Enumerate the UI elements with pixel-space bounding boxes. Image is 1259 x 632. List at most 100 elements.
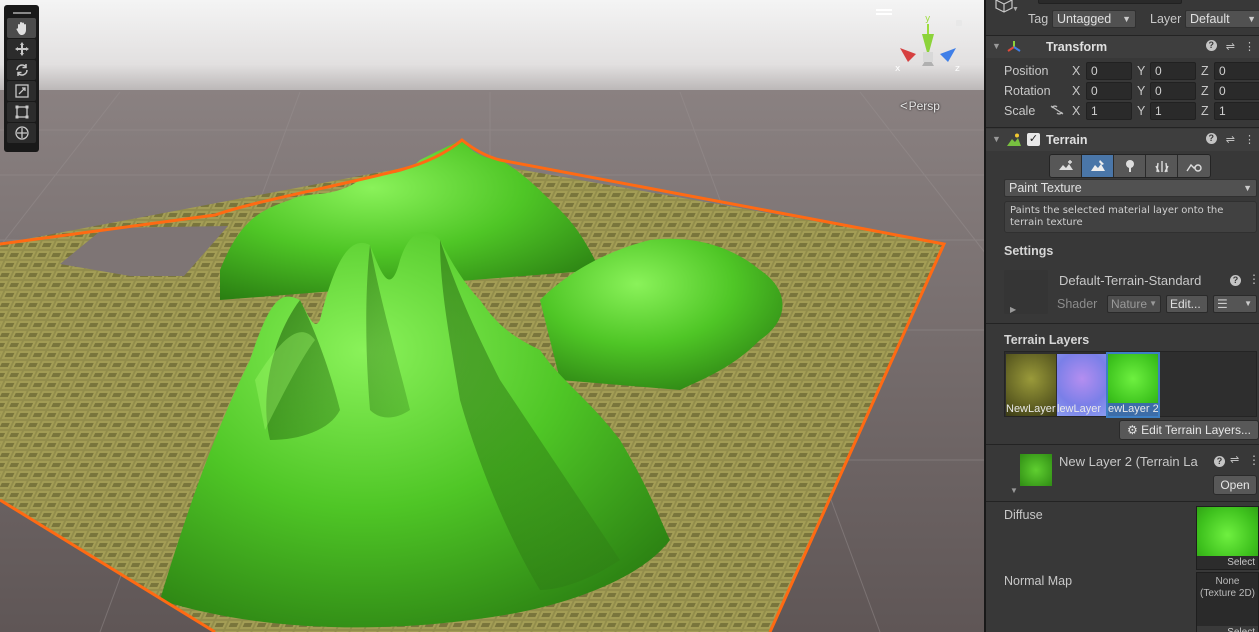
rotate-tool-button[interactable] <box>7 60 36 80</box>
position-z-field[interactable]: 0 <box>1214 62 1259 80</box>
preset-icon[interactable]: ⇌ <box>1226 40 1235 53</box>
scene-viewport[interactable] <box>0 0 984 632</box>
inspector-panel: ▼ Tag Untagged ▼ Layer Default ▼ ▼ Transfo… <box>984 0 1259 632</box>
chevron-down-icon: ▼ <box>1122 14 1131 24</box>
terrain-settings-button[interactable] <box>1178 155 1210 177</box>
terrain-layers-grid: NewLayer lewLayer ewLayer 2 <box>1004 351 1257 418</box>
layer-dropdown[interactable]: Default ▼ <box>1185 10 1259 28</box>
scene-view[interactable]: y z x <Persp <box>0 0 984 632</box>
terrain-layer-name: NewLayer <box>1006 403 1056 415</box>
transform-tool-button[interactable] <box>7 123 36 143</box>
transform-icon <box>1007 41 1021 52</box>
foldout-arrow-icon[interactable]: ▶ <box>1010 305 1016 314</box>
help-icon[interactable]: ? <box>1205 133 1217 144</box>
rect-tool-icon <box>15 105 28 119</box>
move-tool-button[interactable] <box>7 39 36 59</box>
rotation-label: Rotation <box>1004 84 1051 98</box>
terrain-header[interactable]: ▼ ✓ Terrain ? ⇌ ⋮ <box>986 129 1259 151</box>
layer-asset-name: New Layer 2 (Terrain La <box>1059 454 1198 469</box>
hand-tool-button[interactable] <box>7 18 36 38</box>
position-y-field[interactable]: 0 <box>1150 62 1196 80</box>
paint-mode-help-box: Paints the selected material layer onto … <box>1004 201 1257 233</box>
terrain-icon <box>1007 133 1021 146</box>
scale-y-field[interactable]: 1 <box>1150 102 1196 120</box>
camera-projection-label: Persp <box>908 99 940 113</box>
terrain-layer-tile-selected[interactable]: ewLayer 2 <box>1106 352 1160 418</box>
scale-x-field[interactable]: 1 <box>1086 102 1132 120</box>
terrain-layer-name: lewLayer <box>1057 403 1102 415</box>
tag-value: Untagged <box>1057 12 1112 26</box>
edit-shader-button[interactable]: Edit... <box>1166 295 1208 313</box>
paint-mode-dropdown[interactable]: Paint Texture ▼ <box>1004 179 1257 197</box>
shader-dropdown[interactable]: Nature ▼ <box>1107 295 1161 313</box>
rotate-tool-icon <box>15 64 28 76</box>
axis-y-label: Y <box>1137 84 1146 98</box>
layer-label: Layer <box>1150 12 1182 26</box>
foldout-arrow-icon[interactable]: ▼ <box>992 134 1001 144</box>
rect-tool-button[interactable] <box>7 102 36 122</box>
foldout-arrow-icon[interactable]: ▼ <box>1010 486 1018 495</box>
edit-terrain-layers-button[interactable]: ⚙ Edit Terrain Layers... <box>1119 420 1259 440</box>
help-icon[interactable]: ? <box>1230 275 1241 286</box>
tool-palette <box>4 5 39 152</box>
axis-y-label: Y <box>1137 104 1146 118</box>
axis-z-label: Z <box>1201 64 1209 78</box>
preset-icon[interactable]: ⇌ <box>1226 133 1235 146</box>
list-icon: ☰ <box>1217 297 1228 311</box>
open-layer-button[interactable]: Open <box>1213 475 1257 495</box>
axis-z-label: Z <box>1201 104 1209 118</box>
scale-z-field[interactable]: 1 <box>1214 102 1259 120</box>
tree-icon <box>1125 160 1134 172</box>
orientation-gizmo[interactable]: y z x <box>888 12 968 82</box>
diffuse-texture-slot[interactable]: Select <box>1196 506 1259 570</box>
shader-value: Nature <box>1111 297 1148 311</box>
scale-tool-button[interactable] <box>7 81 36 101</box>
terrain-tool-strip <box>1049 154 1211 178</box>
terrain-layers-label: Terrain Layers <box>1004 333 1090 347</box>
rotation-y-field[interactable]: 0 <box>1150 82 1196 100</box>
kebab-menu-icon[interactable]: ⋮ <box>1244 133 1255 146</box>
normal-map-texture-slot[interactable]: None (Texture 2D) Select <box>1196 572 1259 632</box>
normal-map-select-button[interactable]: Select <box>1197 626 1258 632</box>
transform-header[interactable]: ▼ Transform ? ⇌ ⋮ <box>986 36 1259 58</box>
axis-x-label: X <box>1072 104 1081 118</box>
kebab-menu-icon[interactable]: ⋮ <box>1248 272 1259 286</box>
help-icon[interactable]: ? <box>1214 456 1225 467</box>
gear-icon: ⚙ <box>1127 423 1138 437</box>
paint-trees-button[interactable] <box>1114 155 1146 177</box>
rotation-z-field[interactable]: 0 <box>1214 82 1259 100</box>
create-neighbor-terrain-button[interactable] <box>1050 155 1082 177</box>
help-icon[interactable]: ? <box>1205 40 1217 51</box>
axis-x-label: X <box>1072 84 1081 98</box>
terrain-layer-name: ewLayer 2 <box>1108 403 1158 416</box>
gizmo-lock-icon[interactable] <box>956 20 962 26</box>
terrain-title: Terrain <box>1046 133 1088 147</box>
constrain-proportions-icon[interactable] <box>1049 104 1065 116</box>
chevron-down-icon: ▼ <box>1243 183 1252 193</box>
terrain-layer-tile[interactable]: lewLayer <box>1057 354 1107 416</box>
chevron-left-icon: < <box>900 98 908 113</box>
paint-mode-value: Paint Texture <box>1009 181 1082 195</box>
paint-details-button[interactable] <box>1146 155 1178 177</box>
foldout-arrow-icon[interactable]: ▼ <box>992 41 1001 51</box>
terrain-enabled-checkbox[interactable]: ✓ <box>1027 133 1040 146</box>
axis-y-label: Y <box>1137 64 1146 78</box>
normal-map-label: Normal Map <box>1004 574 1073 588</box>
kebab-menu-icon[interactable]: ⋮ <box>1248 453 1259 467</box>
transform-title: Transform <box>1046 40 1108 54</box>
preset-icon[interactable]: ⇌ <box>1230 453 1239 466</box>
material-name: Default-Terrain-Standard <box>1059 273 1202 288</box>
icon-dropdown-arrow[interactable]: ▼ <box>1012 6 1019 13</box>
tool-palette-grip[interactable] <box>7 8 36 18</box>
kebab-menu-icon[interactable]: ⋮ <box>1244 40 1255 53</box>
shader-options-button[interactable]: ☰ ▼ <box>1213 295 1257 313</box>
position-x-field[interactable]: 0 <box>1086 62 1132 80</box>
object-name-field[interactable] <box>1038 0 1182 4</box>
rotation-x-field[interactable]: 0 <box>1086 82 1132 100</box>
hand-tool-icon <box>15 22 26 35</box>
terrain-layer-tile[interactable]: NewLayer <box>1006 354 1056 416</box>
camera-projection-toggle[interactable]: <Persp <box>900 98 940 113</box>
diffuse-select-button[interactable]: Select <box>1197 556 1258 569</box>
paint-terrain-button[interactable] <box>1082 155 1114 177</box>
tag-dropdown[interactable]: Untagged ▼ <box>1052 10 1136 28</box>
